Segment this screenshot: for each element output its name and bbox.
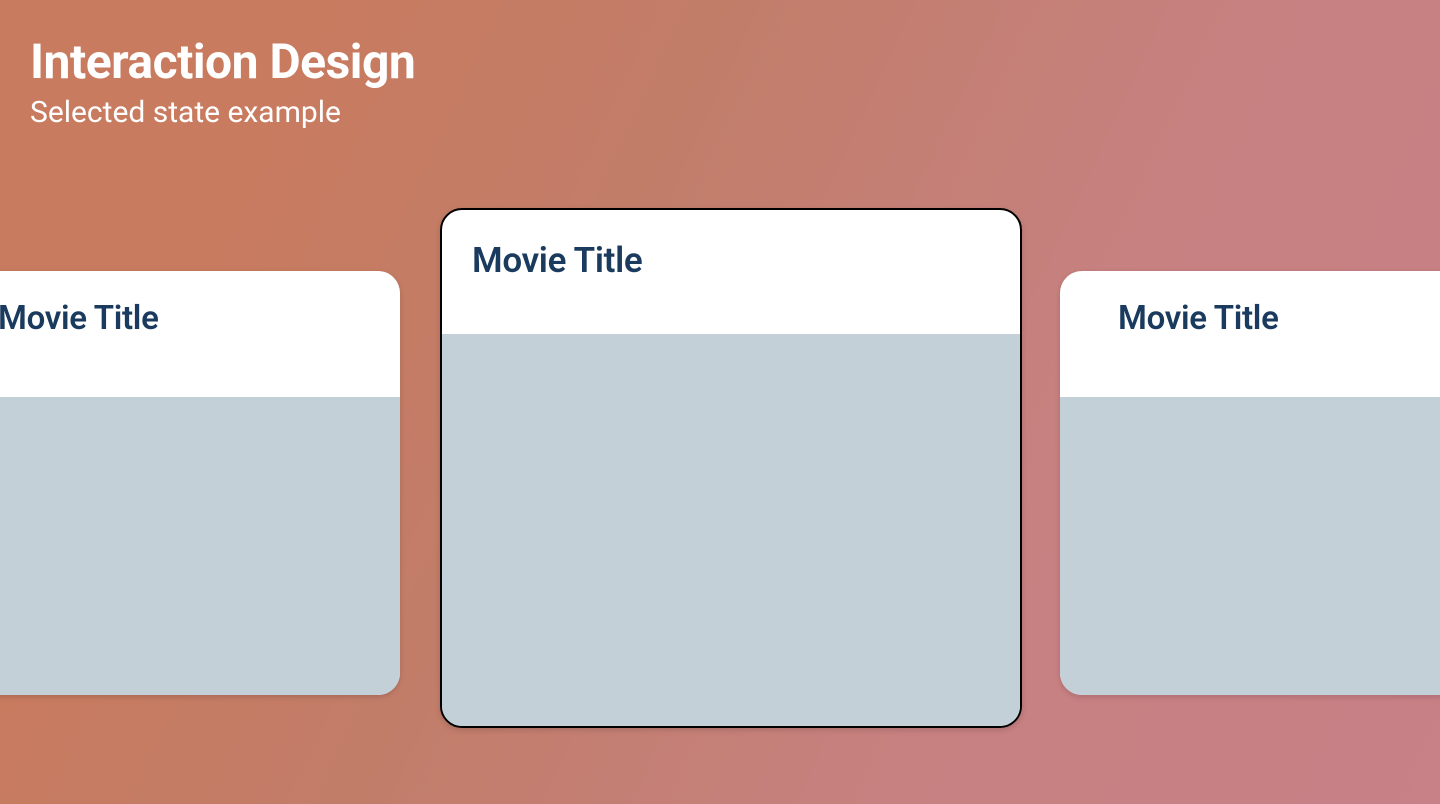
card-header: Movie Title (442, 210, 1020, 311)
movie-card[interactable]: Movie Title (0, 271, 400, 695)
movie-card[interactable]: Movie Title (1060, 271, 1440, 695)
card-header: Movie Title (1060, 271, 1440, 364)
card-title: Movie Title (0, 299, 370, 338)
card-image-placeholder (1060, 397, 1440, 695)
heading-block: Interaction Design Selected state exampl… (30, 36, 415, 130)
page-subtitle: Selected state example (30, 95, 415, 130)
card-title: Movie Title (1118, 299, 1440, 338)
movie-card-selected[interactable]: Movie Title (440, 208, 1022, 728)
card-header: Movie Title (0, 271, 400, 364)
card-title: Movie Title (472, 240, 990, 281)
card-carousel: Movie Title Movie Title Movie Title (0, 208, 1440, 748)
card-image-placeholder (0, 397, 400, 695)
card-image-placeholder (442, 334, 1020, 726)
page-title: Interaction Design (30, 36, 415, 89)
